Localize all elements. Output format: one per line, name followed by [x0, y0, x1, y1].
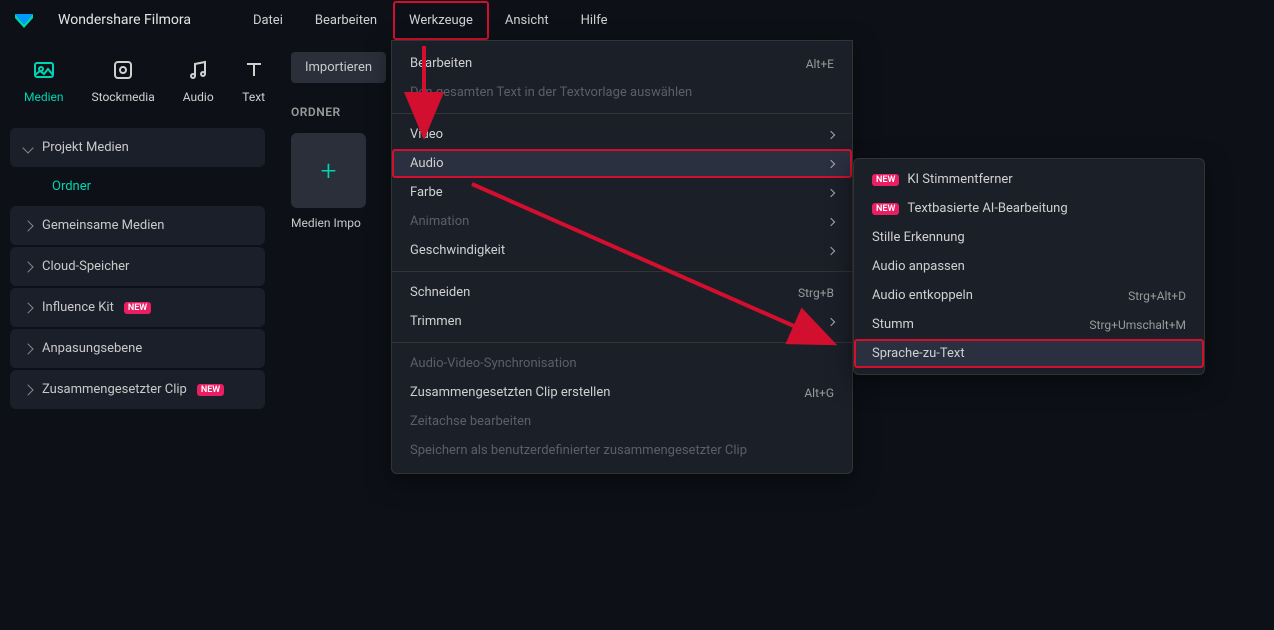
topbar: Wondershare Filmora DateiBearbeitenWerkz…: [0, 0, 1274, 40]
tools-item-speichern-als-benutzerdefinier: Speichern als benutzerdefinierter zusamm…: [392, 436, 852, 465]
chevron-icon: [22, 384, 33, 395]
new-badge: NEW: [124, 302, 151, 314]
add-media-tile[interactable]: +: [291, 133, 366, 208]
audio-item-audio-anpassen[interactable]: Audio anpassen: [854, 252, 1204, 281]
menu-datei[interactable]: Datei: [237, 1, 299, 40]
navtab-text[interactable]: Text: [242, 58, 266, 104]
tools-item-audio[interactable]: Audio: [392, 149, 852, 178]
audio-item-ki-stimmentferner[interactable]: NEWKI Stimmentferner: [854, 165, 1204, 194]
sidebar-item-cloud-speicher[interactable]: Cloud-Speicher: [10, 247, 265, 286]
submenu-arrow-icon: [827, 159, 835, 167]
menu-ansicht[interactable]: Ansicht: [489, 1, 565, 40]
chevron-icon: [22, 343, 33, 354]
sidebar-item-anpasungsebene[interactable]: Anpasungsebene: [10, 329, 265, 368]
sidebar-item-gemeinsame-medien[interactable]: Gemeinsame Medien: [10, 206, 265, 245]
medien-icon: [32, 58, 56, 82]
app-logo-icon: [12, 8, 36, 32]
submenu-arrow-icon: [827, 246, 835, 254]
navtabs: Medien Stockmedia Audio Text: [0, 50, 275, 118]
submenu-arrow-icon: [827, 317, 835, 325]
tools-item-zeitachse-bearbeiten: Zeitachse bearbeiten: [392, 407, 852, 436]
sidebar-list: Projekt MedienOrdnerGemeinsame MedienClo…: [0, 118, 275, 419]
submenu-arrow-icon: [827, 130, 835, 138]
sidebar-item-projekt-medien[interactable]: Projekt Medien: [10, 128, 265, 167]
sidebar-item-influence-kit[interactable]: Influence Kit NEW: [10, 288, 265, 327]
shortcut-label: Alt+G: [804, 386, 834, 400]
submenu-arrow-icon: [827, 188, 835, 196]
navtab-audio[interactable]: Audio: [183, 58, 214, 104]
tools-item-schneiden[interactable]: SchneidenStrg+B: [392, 278, 852, 307]
audio-icon: [186, 58, 210, 82]
sidebar: Medien Stockmedia Audio Text Projekt Medien…: [0, 40, 275, 429]
plus-icon: +: [321, 154, 337, 187]
import-button[interactable]: Importieren: [291, 52, 386, 83]
tools-item-zusammengesetzten-clip-erstell[interactable]: Zusammengesetzten Clip erstellenAlt+G: [392, 378, 852, 407]
app-title: Wondershare Filmora: [58, 12, 191, 28]
chevron-icon: [22, 261, 33, 272]
submenu-arrow-icon: [827, 217, 835, 225]
audio-item-audio-entkoppeln[interactable]: Audio entkoppelnStrg+Alt+D: [854, 281, 1204, 310]
tools-item-bearbeiten[interactable]: BearbeitenAlt+E: [392, 49, 852, 78]
stockmedia-icon: [111, 58, 135, 82]
chevron-icon: [22, 302, 33, 313]
tools-item-audio-video-synchronisation: Audio-Video-Synchronisation: [392, 349, 852, 378]
shortcut-label: Strg+Umschalt+M: [1089, 318, 1186, 332]
sidebar-sub-ordner[interactable]: Ordner: [10, 169, 265, 204]
tools-item-geschwindigkeit[interactable]: Geschwindigkeit: [392, 236, 852, 265]
new-badge: NEW: [872, 174, 899, 186]
menu-bearbeiten[interactable]: Bearbeiten: [299, 1, 393, 40]
chevron-icon: [22, 142, 33, 153]
sidebar-item-zusammengesetzter-clip[interactable]: Zusammengesetzter Clip NEW: [10, 370, 265, 409]
menubar: DateiBearbeitenWerkzeugeAnsichtHilfe: [237, 1, 624, 40]
audio-item-stumm[interactable]: StummStrg+Umschalt+M: [854, 310, 1204, 339]
menu-werkzeuge[interactable]: Werkzeuge: [393, 1, 489, 40]
audio-item-stille-erkennung[interactable]: Stille Erkennung: [854, 223, 1204, 252]
shortcut-label: Strg+Alt+D: [1128, 289, 1186, 303]
tools-item-video[interactable]: Video: [392, 120, 852, 149]
text-icon: [242, 58, 266, 82]
navtab-stockmedia[interactable]: Stockmedia: [92, 58, 155, 104]
audio-item-textbasierte-ai-bearbeitung[interactable]: NEWTextbasierte AI-Bearbeitung: [854, 194, 1204, 223]
audio-submenu: NEWKI StimmentfernerNEWTextbasierte AI-B…: [853, 158, 1205, 375]
shortcut-label: Alt+E: [806, 57, 834, 71]
chevron-icon: [22, 220, 33, 231]
shortcut-label: Strg+B: [798, 286, 834, 300]
tools-item-farbe[interactable]: Farbe: [392, 178, 852, 207]
new-badge: NEW: [197, 384, 224, 396]
tools-item-trimmen[interactable]: Trimmen: [392, 307, 852, 336]
menu-hilfe[interactable]: Hilfe: [565, 1, 624, 40]
tools-item-den-gesamten-text-in-der-textv: Den gesamten Text in der Textvorlage aus…: [392, 78, 852, 107]
navtab-medien[interactable]: Medien: [24, 58, 64, 104]
new-badge: NEW: [872, 203, 899, 215]
werkzeuge-dropdown: BearbeitenAlt+EDen gesamten Text in der …: [391, 40, 853, 474]
audio-item-sprache-zu-text[interactable]: Sprache-zu-Text: [854, 339, 1204, 368]
tools-item-animation: Animation: [392, 207, 852, 236]
